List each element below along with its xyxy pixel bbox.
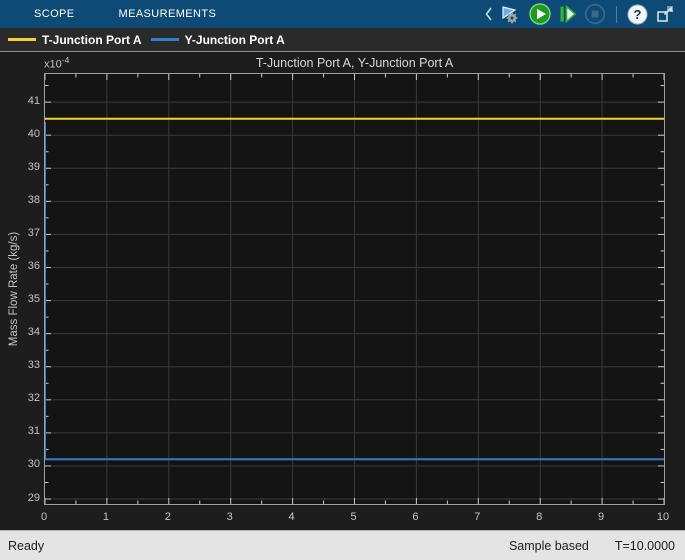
help-glyph: ? bbox=[634, 7, 642, 22]
x-tick-label: 3 bbox=[226, 511, 233, 523]
plot-axes-area[interactable] bbox=[44, 73, 665, 505]
x-tick-label: 10 bbox=[656, 511, 670, 523]
y-tick-label: 41 bbox=[27, 94, 40, 107]
legend-line-sample-blue bbox=[150, 38, 179, 41]
help-icon[interactable]: ? bbox=[627, 2, 648, 26]
legend-item-y-junction[interactable]: Y-Junction Port A bbox=[150, 32, 285, 47]
legend-strip: T-Junction Port A Y-Junction Port A bbox=[0, 28, 685, 52]
chart-title: T-Junction Port A, Y-Junction Port A bbox=[255, 56, 454, 70]
status-ready: Ready bbox=[8, 538, 45, 553]
stop-icon[interactable] bbox=[584, 2, 606, 26]
y-tick-label: 39 bbox=[27, 160, 40, 173]
legend-line-sample-yellow bbox=[8, 38, 36, 41]
y-tick-label: 38 bbox=[27, 193, 40, 206]
legend-label: Y-Junction Port A bbox=[184, 32, 285, 47]
legend-item-t-junction[interactable]: T-Junction Port A bbox=[8, 33, 142, 47]
x-tick-label: 1 bbox=[102, 511, 109, 523]
x-tick-label: 5 bbox=[350, 511, 357, 523]
y-tick-label: 30 bbox=[27, 458, 40, 471]
run-icon[interactable] bbox=[529, 2, 551, 26]
x-tick-label: 2 bbox=[164, 511, 171, 523]
y-tick-label: 35 bbox=[27, 293, 40, 306]
plot-panel: x10-4 T-Junction Port A, Y-Junction Port… bbox=[0, 52, 685, 530]
y-tick-label: 31 bbox=[27, 425, 40, 438]
y-tick-label: 40 bbox=[27, 127, 40, 140]
scope-settings-icon[interactable] bbox=[500, 2, 522, 26]
toolstrip: SCOPE MEASUREMENTS ? bbox=[0, 0, 685, 28]
popout-icon[interactable] bbox=[655, 2, 675, 26]
x-tick-label: 4 bbox=[288, 511, 295, 523]
x-tick-label: 8 bbox=[536, 511, 543, 523]
toolbar-divider bbox=[616, 5, 617, 23]
x-tick-label: 6 bbox=[412, 511, 419, 523]
scope-window: SCOPE MEASUREMENTS ? T-Junction Port A Y… bbox=[0, 0, 685, 560]
tab-measurements[interactable]: MEASUREMENTS bbox=[119, 8, 217, 20]
y-tick-label: 36 bbox=[27, 260, 40, 272]
y-tick-label: 37 bbox=[27, 226, 40, 239]
tab-scope[interactable]: SCOPE bbox=[34, 8, 75, 20]
x-tick-label: 9 bbox=[598, 511, 605, 523]
status-bar: Ready Sample based T=10.0000 bbox=[0, 530, 685, 560]
status-sim-time: T=10.0000 bbox=[614, 538, 675, 553]
x-tick-label: 0 bbox=[40, 511, 48, 523]
collapse-chevron-icon[interactable] bbox=[484, 2, 493, 26]
legend-label: T-Junction Port A bbox=[42, 32, 142, 47]
status-sample-mode: Sample based bbox=[508, 538, 589, 553]
x-tick-label: 7 bbox=[474, 511, 481, 523]
y-tick-label: 32 bbox=[27, 392, 40, 405]
y-tick-label: 29 bbox=[27, 491, 40, 504]
toolbar-icon-strip: ? bbox=[484, 0, 675, 28]
y-tick-label: 33 bbox=[27, 359, 40, 372]
y-tick-label: 34 bbox=[27, 326, 40, 339]
step-forward-icon[interactable] bbox=[558, 2, 577, 26]
